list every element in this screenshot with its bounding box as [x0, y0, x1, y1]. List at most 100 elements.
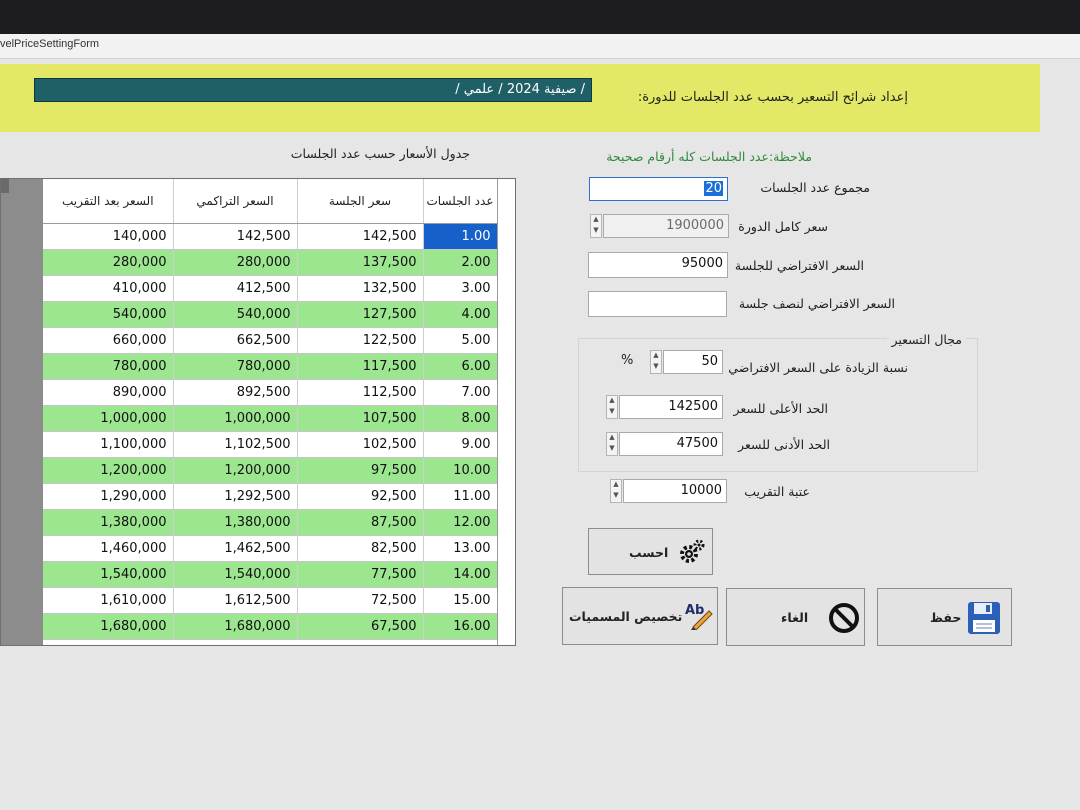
table-row[interactable]: 890,000 892,500 112,500 7.00: [43, 379, 498, 406]
cell-cumulative[interactable]: 892,500: [173, 379, 298, 406]
cell-cumulative[interactable]: 1,200,000: [173, 457, 298, 484]
cell-sessions[interactable]: 3.00: [423, 275, 498, 302]
table-row[interactable]: 1,290,000 1,292,500 92,500 11.00: [43, 483, 498, 510]
cell-rounded[interactable]: 540,000: [43, 301, 174, 328]
cell-sessions[interactable]: 16.00: [423, 613, 498, 640]
cell-price[interactable]: 72,500: [297, 587, 424, 614]
cell-price[interactable]: 127,500: [297, 301, 424, 328]
cell-cumulative[interactable]: 412,500: [173, 275, 298, 302]
cell-cumulative[interactable]: 1,462,500: [173, 535, 298, 562]
cell-rounded[interactable]: 890,000: [43, 379, 174, 406]
cell-price[interactable]: 67,500: [297, 613, 424, 640]
cell-price[interactable]: 107,500: [297, 405, 424, 432]
table-row[interactable]: 540,000 540,000 127,500 4.00: [43, 301, 498, 328]
table-row[interactable]: 1,200,000 1,200,000 97,500 10.00: [43, 457, 498, 484]
cell-rounded[interactable]: 1,290,000: [43, 483, 174, 510]
table-row[interactable]: 780,000 780,000 117,500 6.00: [43, 353, 498, 380]
cell-sessions[interactable]: 12.00: [423, 509, 498, 536]
cell-price[interactable]: 102,500: [297, 431, 424, 458]
cell-rounded[interactable]: 1,380,000: [43, 509, 174, 536]
cell-cumulative[interactable]: 1,292,500: [173, 483, 298, 510]
table-row[interactable]: 410,000 412,500 132,500 3.00: [43, 275, 498, 302]
cell-cumulative[interactable]: 1,540,000: [173, 561, 298, 588]
cell-cumulative[interactable]: 142,500: [173, 223, 298, 250]
cell-rounded[interactable]: 1,540,000: [43, 561, 174, 588]
course-field[interactable]: / صيفية 2024 / علمي /: [34, 78, 592, 102]
max-price-spinner[interactable]: ▲ ▼: [606, 395, 618, 419]
cell-sessions[interactable]: 13.00: [423, 535, 498, 562]
cell-rounded[interactable]: 1,100,000: [43, 431, 174, 458]
cell-price[interactable]: 142,500: [297, 223, 424, 250]
save-button[interactable]: حفظ: [877, 588, 1012, 646]
cell-price[interactable]: 122,500: [297, 327, 424, 354]
table-row[interactable]: 660,000 662,500 122,500 5.00: [43, 327, 498, 354]
cell-cumulative[interactable]: 1,380,000: [173, 509, 298, 536]
price-grid[interactable]: السعر بعد التقريب السعر التراكمي سعر الج…: [0, 178, 516, 646]
cell-sessions[interactable]: 1.00: [423, 223, 498, 250]
table-row[interactable]: 140,000 142,500 142,500 1.00: [43, 223, 498, 250]
table-row[interactable]: 1,460,000 1,462,500 82,500 13.00: [43, 535, 498, 562]
cell-rounded[interactable]: 1,000,000: [43, 405, 174, 432]
cell-sessions[interactable]: 5.00: [423, 327, 498, 354]
cell-price[interactable]: 112,500: [297, 379, 424, 406]
rounding-spinner[interactable]: ▲ ▼: [610, 479, 622, 503]
cell-cumulative[interactable]: 1,000,000: [173, 405, 298, 432]
cell-cumulative[interactable]: 280,000: [173, 249, 298, 276]
customize-names-button[interactable]: تخصيص المسميات Ab: [562, 587, 718, 645]
cell-cumulative[interactable]: 662,500: [173, 327, 298, 354]
cell-sessions[interactable]: 8.00: [423, 405, 498, 432]
calculate-button[interactable]: احسب: [588, 528, 713, 575]
header-sessions[interactable]: عدد الجلسات: [423, 179, 498, 224]
default-session-price-input[interactable]: 95000: [588, 252, 728, 278]
cell-rounded[interactable]: 780,000: [43, 353, 174, 380]
cell-sessions[interactable]: 2.00: [423, 249, 498, 276]
cell-cumulative[interactable]: 1,102,500: [173, 431, 298, 458]
cell-sessions[interactable]: 15.00: [423, 587, 498, 614]
cell-sessions[interactable]: 9.00: [423, 431, 498, 458]
total-sessions-input[interactable]: 20: [589, 177, 728, 201]
rounding-input[interactable]: 10000: [623, 479, 727, 503]
cell-price[interactable]: 87,500: [297, 509, 424, 536]
cell-rounded[interactable]: 1,610,000: [43, 587, 174, 614]
min-price-input[interactable]: 47500: [619, 432, 723, 456]
table-row[interactable]: 280,000 280,000 137,500 2.00: [43, 249, 498, 276]
cell-cumulative[interactable]: 1,680,000: [173, 613, 298, 640]
cell-rounded[interactable]: 660,000: [43, 327, 174, 354]
max-price-input[interactable]: 142500: [619, 395, 723, 419]
cell-price[interactable]: 117,500: [297, 353, 424, 380]
header-session-price[interactable]: سعر الجلسة: [297, 179, 424, 224]
cell-price[interactable]: 92,500: [297, 483, 424, 510]
cell-sessions[interactable]: 6.00: [423, 353, 498, 380]
cell-cumulative[interactable]: 540,000: [173, 301, 298, 328]
min-price-spinner[interactable]: ▲ ▼: [606, 432, 618, 456]
cell-rounded[interactable]: 1,460,000: [43, 535, 174, 562]
header-cumulative[interactable]: السعر التراكمي: [173, 179, 298, 224]
cell-rounded[interactable]: 410,000: [43, 275, 174, 302]
table-row[interactable]: 1,380,000 1,380,000 87,500 12.00: [43, 509, 498, 536]
cell-price[interactable]: 137,500: [297, 249, 424, 276]
cell-sessions[interactable]: 7.00: [423, 379, 498, 406]
cell-price[interactable]: 82,500: [297, 535, 424, 562]
cell-sessions[interactable]: 10.00: [423, 457, 498, 484]
increase-pct-input[interactable]: 50: [663, 350, 723, 374]
table-row[interactable]: 1,540,000 1,540,000 77,500 14.00: [43, 561, 498, 588]
table-row[interactable]: 1,680,000 1,680,000 67,500 16.00: [43, 613, 498, 640]
cell-rounded[interactable]: 280,000: [43, 249, 174, 276]
table-row[interactable]: 1,000,000 1,000,000 107,500 8.00: [43, 405, 498, 432]
cell-sessions[interactable]: 11.00: [423, 483, 498, 510]
cell-cumulative[interactable]: 1,612,500: [173, 587, 298, 614]
cell-rounded[interactable]: 140,000: [43, 223, 174, 250]
course-price-input[interactable]: 1900000: [603, 214, 729, 238]
increase-pct-spinner[interactable]: ▲ ▼: [650, 350, 662, 374]
cancel-button[interactable]: الغاء: [726, 588, 865, 646]
header-rounded[interactable]: السعر بعد التقريب: [43, 179, 174, 224]
cell-price[interactable]: 77,500: [297, 561, 424, 588]
cell-price[interactable]: 132,500: [297, 275, 424, 302]
cell-cumulative[interactable]: 780,000: [173, 353, 298, 380]
table-row[interactable]: 1,100,000 1,102,500 102,500 9.00: [43, 431, 498, 458]
cell-sessions[interactable]: 14.00: [423, 561, 498, 588]
half-session-price-input[interactable]: [588, 291, 727, 317]
cell-rounded[interactable]: 1,200,000: [43, 457, 174, 484]
table-row[interactable]: 1,610,000 1,612,500 72,500 15.00: [43, 587, 498, 614]
cell-rounded[interactable]: 1,680,000: [43, 613, 174, 640]
